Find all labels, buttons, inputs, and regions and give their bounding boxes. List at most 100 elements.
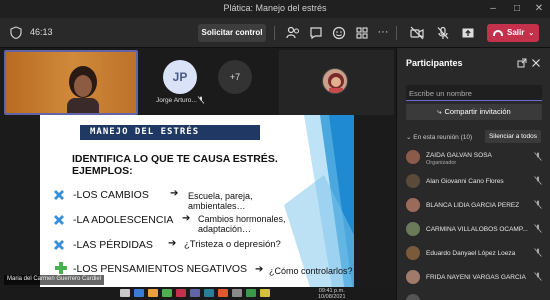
search-participants-input[interactable]: Escribe un nombre xyxy=(406,85,542,101)
slide-item-desc: ¿Tristeza o depresión? xyxy=(184,239,281,250)
participant-row[interactable]: FRIDA NAYENI VARGAS GARCIA xyxy=(406,268,546,288)
divider xyxy=(274,26,275,40)
avatar xyxy=(406,222,420,236)
microphone-off-icon xyxy=(534,272,542,281)
participant-row[interactable]: Alan Giovanni Cano Flores xyxy=(406,172,546,192)
taskbar-app-icon[interactable] xyxy=(162,289,172,297)
x-bullet-icon xyxy=(54,190,64,200)
arrow-right-icon: ➔ xyxy=(255,264,264,275)
participant-row[interactable]: CARMINA VILLALOBOS OCAMP... xyxy=(406,220,546,240)
slide-item-desc: Cambios hormonales, adaptación… xyxy=(198,214,286,234)
title-bar: Plática: Manejo del estrés – □ ✕ xyxy=(0,0,550,18)
taskbar-app-icon[interactable] xyxy=(204,289,214,297)
avatar xyxy=(406,246,420,260)
participant-row[interactable]: ZAIDA GALVAN SOSA Organizador xyxy=(406,148,546,168)
avatar xyxy=(406,198,420,212)
in-meeting-label: En esta reunión (10) xyxy=(413,134,473,141)
share-icon: ⤷ xyxy=(437,107,442,116)
taskbar-app-icon[interactable] xyxy=(246,289,256,297)
camera-off-icon[interactable] xyxy=(410,26,424,40)
desc-line: adaptación… xyxy=(198,224,252,234)
slide-heading: IDENTIFICA LO QUE TE CAUSA ESTRÉS. EJEMP… xyxy=(72,153,278,177)
person-video xyxy=(67,66,99,113)
popout-icon[interactable] xyxy=(517,58,527,68)
meeting-timer: 46:13 xyxy=(30,27,53,37)
taskbar-clock: 09:41 p.m. 10/08/2021 xyxy=(318,288,346,300)
avatar xyxy=(406,174,420,188)
leave-label: Salir xyxy=(507,28,525,37)
participant-row[interactable]: BLANCA LIDIA GARCIA PEREZ xyxy=(406,196,546,216)
panel-title: Participantes xyxy=(406,58,463,68)
microphone-off-icon xyxy=(534,200,542,209)
maximize-button[interactable]: □ xyxy=(506,1,528,17)
overflow-participants[interactable]: +7 xyxy=(218,60,252,94)
video-tile-presenter[interactable] xyxy=(4,50,138,115)
window-title: Plática: Manejo del estrés xyxy=(223,3,327,13)
slide-title: MANEJO DEL ESTRÉS xyxy=(80,125,260,140)
participant-row[interactable]: Eduardo Danyael López Loeza xyxy=(406,244,546,264)
heading-line-2: EJEMPLOS: xyxy=(72,165,133,177)
chat-icon[interactable] xyxy=(309,26,323,40)
arrow-right-icon: ➔ xyxy=(182,213,191,224)
microphone-off-icon xyxy=(534,152,542,161)
people-icon[interactable] xyxy=(286,26,300,40)
presenter-name-tag: Maria del Carmen Guerrero Cardiel xyxy=(4,275,105,285)
taskbar-app-icon[interactable] xyxy=(260,289,270,297)
taskbar-app-icon[interactable] xyxy=(120,289,130,297)
microphone-off-icon[interactable] xyxy=(436,26,450,40)
taskbar-app-icon[interactable] xyxy=(148,289,158,297)
phone-icon xyxy=(493,29,503,36)
participant-name: Jorge Arturo... xyxy=(156,97,197,104)
desc-line: ambientales… xyxy=(188,201,246,211)
avatar xyxy=(406,270,420,284)
plus-bullet-icon xyxy=(55,262,67,274)
request-control-button[interactable]: Solicitar control xyxy=(198,24,266,42)
meeting-toolbar: 46:13 Solicitar control ··· Salir ⌄ xyxy=(0,18,550,48)
meeting-stage: JP Jorge Arturo... +7 MANEJO DEL ESTRÉS … xyxy=(0,48,396,300)
participant-name: Eduardo Danyael López Loeza xyxy=(426,250,516,257)
arrow-right-icon: ➔ xyxy=(170,188,179,199)
rooms-icon[interactable] xyxy=(355,26,369,40)
clock-date: 10/08/2021 xyxy=(318,294,346,300)
chevron-down-icon: ⌄ xyxy=(528,30,535,37)
participant-role: Organizador xyxy=(426,160,457,166)
mute-all-button[interactable]: Silenciar a todos xyxy=(485,130,541,143)
reactions-icon[interactable] xyxy=(332,26,346,40)
x-bullet-icon xyxy=(54,215,64,225)
microphone-off-icon xyxy=(534,176,542,185)
desc-line: Escuela, pareja, xyxy=(188,191,253,201)
close-icon[interactable] xyxy=(531,58,541,68)
avatar xyxy=(406,294,420,300)
slide-item-desc: ¿Cómo controlarlos? xyxy=(269,266,353,276)
taskbar-app-icon[interactable] xyxy=(134,289,144,297)
divider xyxy=(396,26,397,40)
arrow-right-icon: ➔ xyxy=(168,238,177,249)
participant-name: CARMINA VILLALOBOS OCAMP... xyxy=(426,226,528,233)
participant-name: BLANCA LIDIA GARCIA PEREZ xyxy=(426,202,520,209)
slide-item-label: -LOS CAMBIOS xyxy=(73,189,149,201)
participants-panel: Participantes Escribe un nombre ⤷ Compart… xyxy=(396,48,550,300)
share-screen-icon[interactable] xyxy=(461,26,475,40)
slide-item-label: -LOS PENSAMIENTOS NEGATIVOS xyxy=(73,263,248,275)
microphone-off-icon xyxy=(534,224,542,233)
slide-item-desc: Escuela, pareja, ambientales… xyxy=(188,191,253,211)
taskbar-app-icon[interactable] xyxy=(176,289,186,297)
close-window-button[interactable]: ✕ xyxy=(528,1,550,17)
share-invite-label: Compartir invitación xyxy=(444,107,511,116)
participant-name: FRIDA NAYENI VARGAS GARCIA xyxy=(426,274,526,281)
leave-button[interactable]: Salir ⌄ xyxy=(487,24,539,42)
in-meeting-section[interactable]: ⌄ En esta reunión (10) xyxy=(406,133,472,141)
share-invite-button[interactable]: ⤷ Compartir invitación xyxy=(406,104,542,120)
avatar xyxy=(406,150,420,164)
minimize-button[interactable]: – xyxy=(482,1,504,17)
more-options-icon[interactable]: ··· xyxy=(376,26,390,40)
taskbar-app-icon[interactable] xyxy=(190,289,200,297)
taskbar-app-icon[interactable] xyxy=(232,289,242,297)
shield-icon xyxy=(10,26,22,39)
participant-row[interactable] xyxy=(406,292,546,300)
shared-slide: MANEJO DEL ESTRÉS IDENTIFICA LO QUE TE C… xyxy=(40,115,354,300)
avatar[interactable]: JP xyxy=(163,60,197,94)
taskbar-app-icon[interactable] xyxy=(218,289,228,297)
heading-line-1: IDENTIFICA LO QUE TE CAUSA ESTRÉS. xyxy=(72,153,278,165)
microphone-off-icon xyxy=(534,248,542,257)
